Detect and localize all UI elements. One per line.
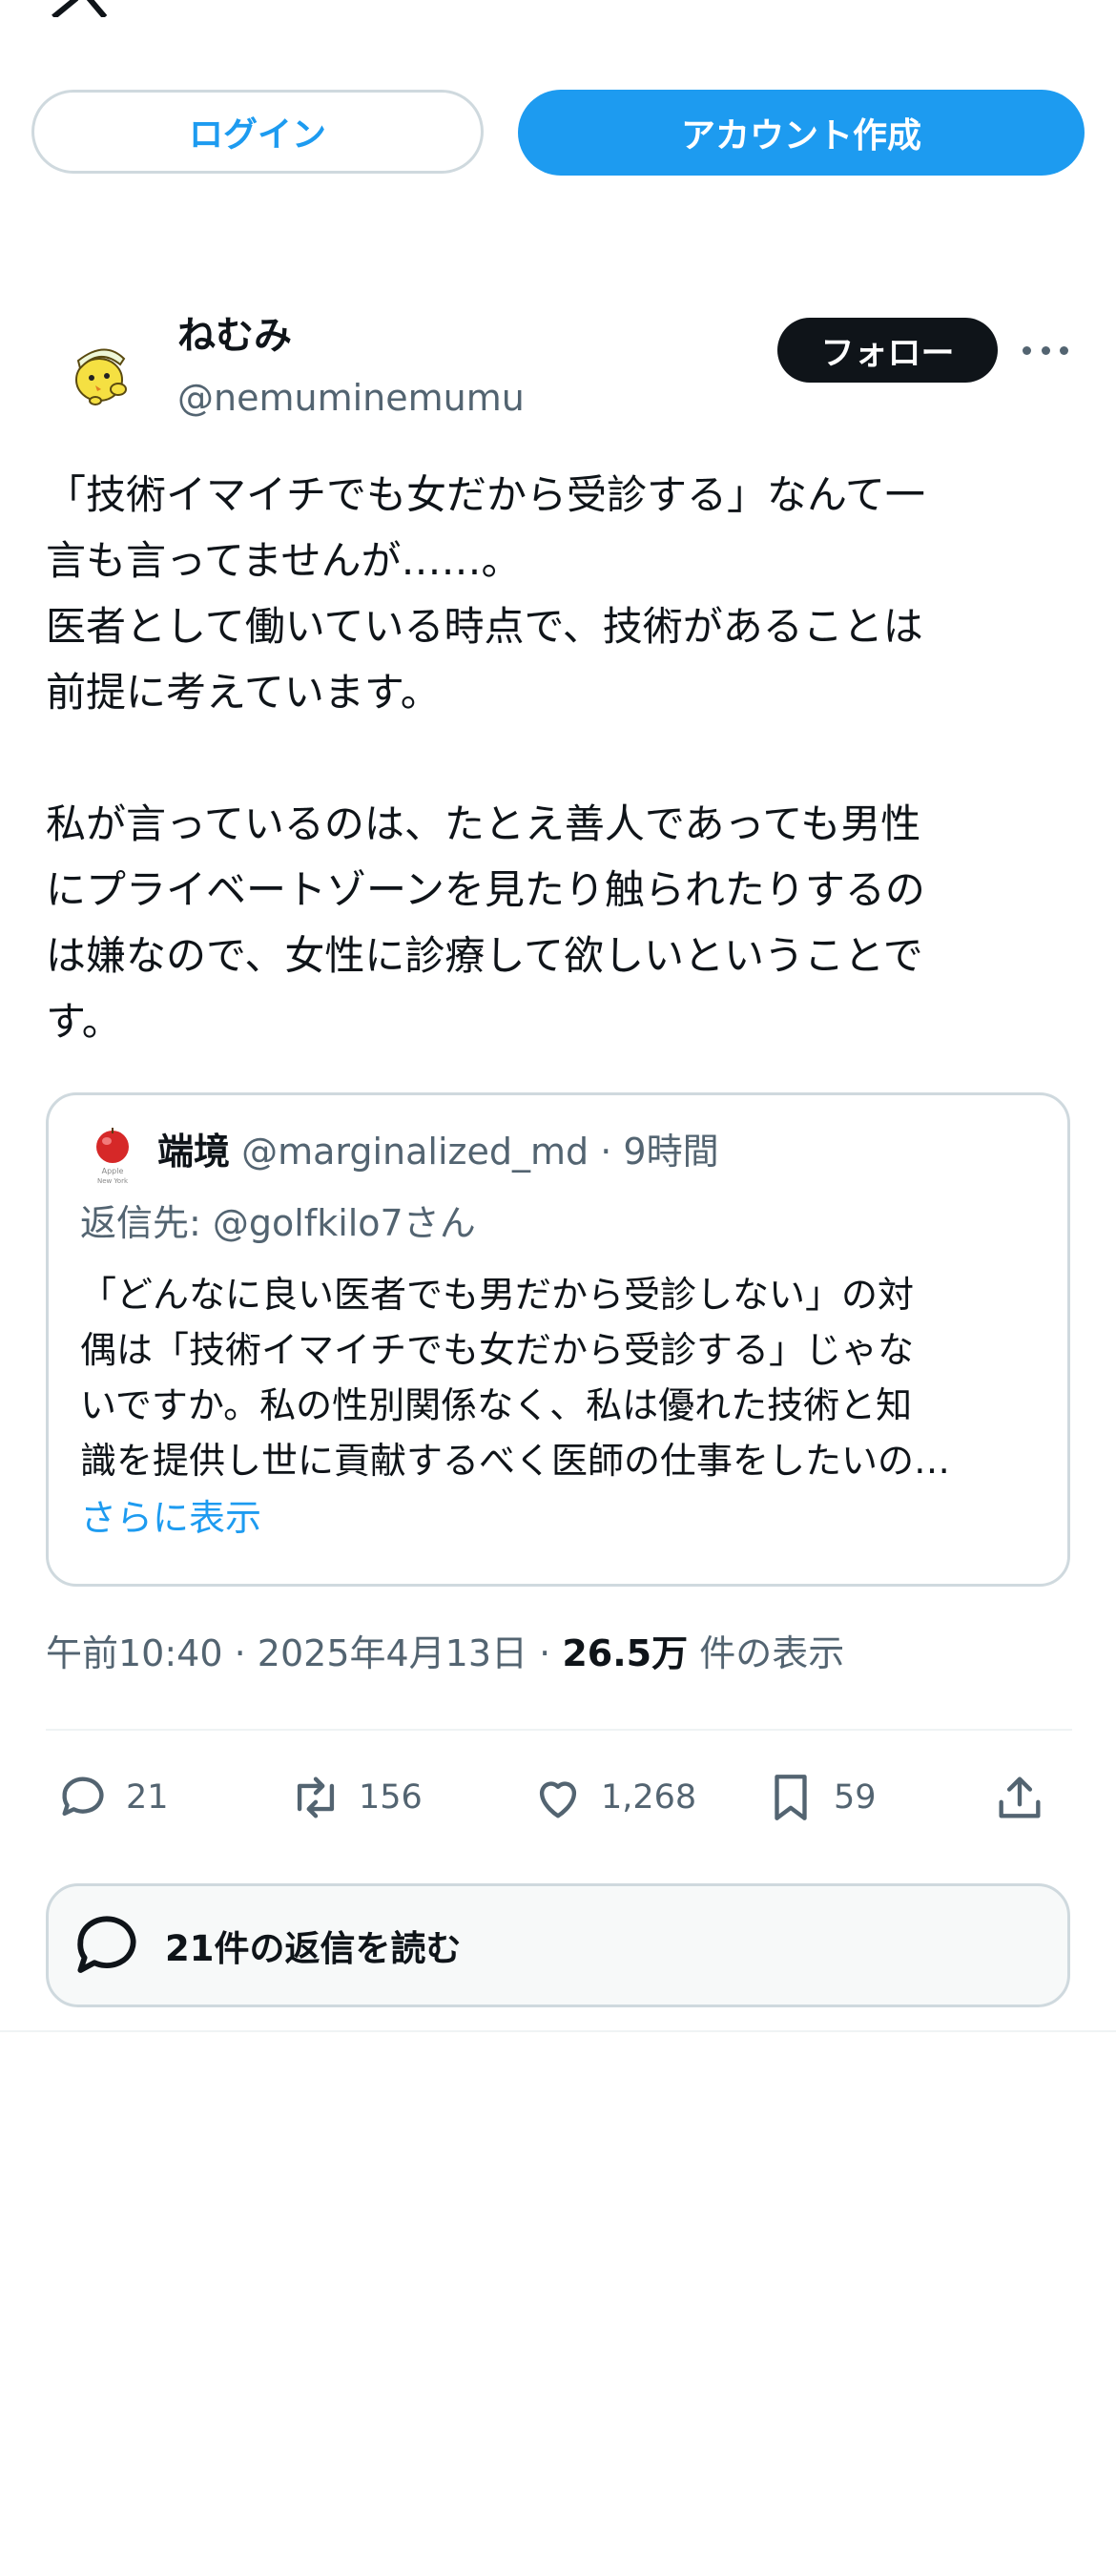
login-button[interactable]: ログイン bbox=[31, 90, 484, 174]
quote-handle[interactable]: @marginalized_md bbox=[241, 1131, 589, 1173]
views-label: 件の表示 bbox=[699, 1632, 845, 1674]
show-more-link[interactable]: さらに表示 bbox=[80, 1494, 261, 1542]
divider bbox=[0, 2030, 1116, 2032]
divider bbox=[46, 1729, 1072, 1731]
views-count: 26.5万 bbox=[562, 1632, 689, 1674]
quote-header: 端境 @marginalized_md · 9時間 bbox=[157, 1129, 719, 1174]
quote-text: 「どんなに良い医者でも男だから受診しない」の対 偶は「技術イマイチでも女だから受… bbox=[80, 1274, 951, 1482]
more-dots-icon[interactable] bbox=[1023, 334, 1068, 366]
reply-count: 21 bbox=[126, 1778, 169, 1817]
svg-text:New York: New York bbox=[97, 1177, 129, 1185]
reply-button[interactable]: 21 bbox=[55, 1763, 169, 1832]
read-replies-button[interactable]: 21件の返信を読む bbox=[46, 1883, 1070, 2007]
reply-icon bbox=[62, 1776, 104, 1817]
post-timestamp[interactable]: 午前10:40 bbox=[46, 1632, 223, 1674]
like-count: 1,268 bbox=[601, 1778, 697, 1817]
bookmark-icon bbox=[775, 1775, 807, 1820]
read-replies-label: 21件の返信を読む bbox=[165, 1928, 462, 1969]
share-button[interactable] bbox=[992, 1763, 1063, 1832]
avatar[interactable] bbox=[57, 330, 143, 416]
quote-display-name[interactable]: 端境 bbox=[157, 1131, 230, 1173]
author-display-name[interactable]: ねむみ bbox=[177, 313, 292, 359]
like-button[interactable]: 1,268 bbox=[530, 1763, 696, 1832]
yellow-bird-avatar-icon bbox=[57, 330, 143, 416]
post-text: 「技術イマイチでも女だから受診する」なんて一 言も言ってませんが……。 医者とし… bbox=[46, 471, 925, 1045]
bookmark-button[interactable]: 59 bbox=[763, 1763, 877, 1832]
svg-text:Apple: Apple bbox=[102, 1167, 124, 1175]
meta-separator: · bbox=[234, 1632, 246, 1674]
quote-time[interactable]: 9時間 bbox=[623, 1131, 718, 1173]
repost-count: 156 bbox=[359, 1778, 423, 1817]
x-logo-icon[interactable] bbox=[46, 0, 114, 17]
quote-separator: · bbox=[600, 1131, 612, 1173]
share-icon bbox=[999, 1776, 1041, 1818]
bookmark-count: 59 bbox=[834, 1778, 877, 1817]
post-date[interactable]: 2025年4月13日 bbox=[258, 1632, 527, 1674]
quote-reply-to: 返信先: @golfkilo7さん bbox=[80, 1202, 476, 1244]
meta-separator: · bbox=[539, 1632, 551, 1674]
repost-icon bbox=[297, 1776, 335, 1818]
author-handle[interactable]: @nemuminemumu bbox=[177, 376, 525, 420]
follow-button[interactable]: フォロー bbox=[777, 318, 998, 383]
speech-bubble-icon bbox=[77, 1916, 136, 1973]
post-meta: 午前10:40 · 2025年4月13日 · 26.5万 件の表示 bbox=[46, 1630, 844, 1677]
apple-avatar-icon: Apple New York bbox=[96, 1128, 129, 1185]
create-account-button[interactable]: アカウント作成 bbox=[518, 90, 1085, 176]
quote-avatar[interactable]: Apple New York bbox=[91, 1126, 134, 1187]
repost-button[interactable]: 156 bbox=[288, 1763, 423, 1832]
heart-icon bbox=[539, 1781, 577, 1818]
